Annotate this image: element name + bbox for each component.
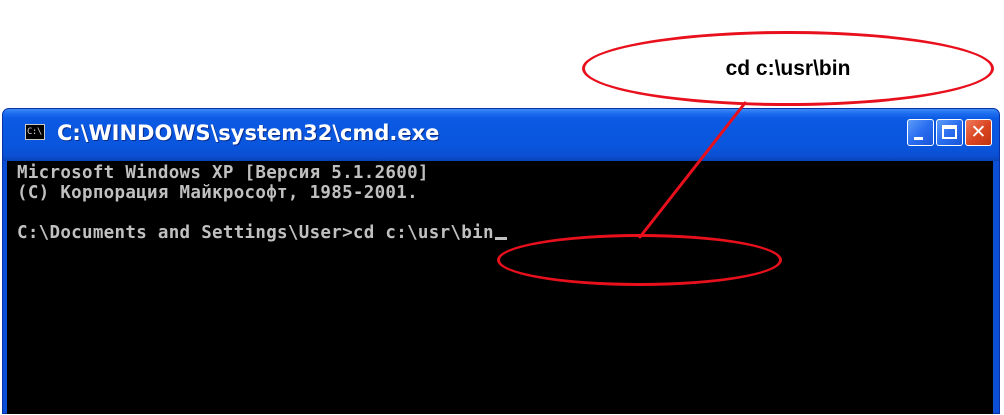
maximize-icon [942,125,957,139]
cmd-app-icon[interactable]: C:\ [25,124,45,140]
command-highlight-ellipse [497,234,782,286]
minimize-icon [914,137,923,140]
console-output[interactable]: Microsoft Windows XP [Версия 5.1.2600] (… [7,161,993,414]
screenshot-page: cd c:\usr\bin C:\ C:\WINDOWS\system32\cm… [0,0,1004,415]
close-button[interactable]: ✕ [965,119,992,146]
callout-label: cd c:\usr\bin [725,57,851,80]
window-title: C:\WINDOWS\system32\cmd.exe [57,121,440,145]
title-bar[interactable]: C:\ C:\WINDOWS\system32\cmd.exe ✕ [3,109,999,161]
text-cursor [494,237,507,240]
console-line-copyright: (C) Корпорация Майкрософт, 1985-2001. [17,183,418,203]
console-prompt-line[interactable]: C:\Documents and Settings\User>cd c:\usr… [17,223,507,243]
maximize-button[interactable] [936,119,963,146]
close-icon: ✕ [970,121,987,143]
prompt-command-text: C:\Documents and Settings\User>cd c:\usr… [17,223,494,243]
console-line-version: Microsoft Windows XP [Версия 5.1.2600] [17,163,429,183]
minimize-button[interactable] [907,119,934,146]
